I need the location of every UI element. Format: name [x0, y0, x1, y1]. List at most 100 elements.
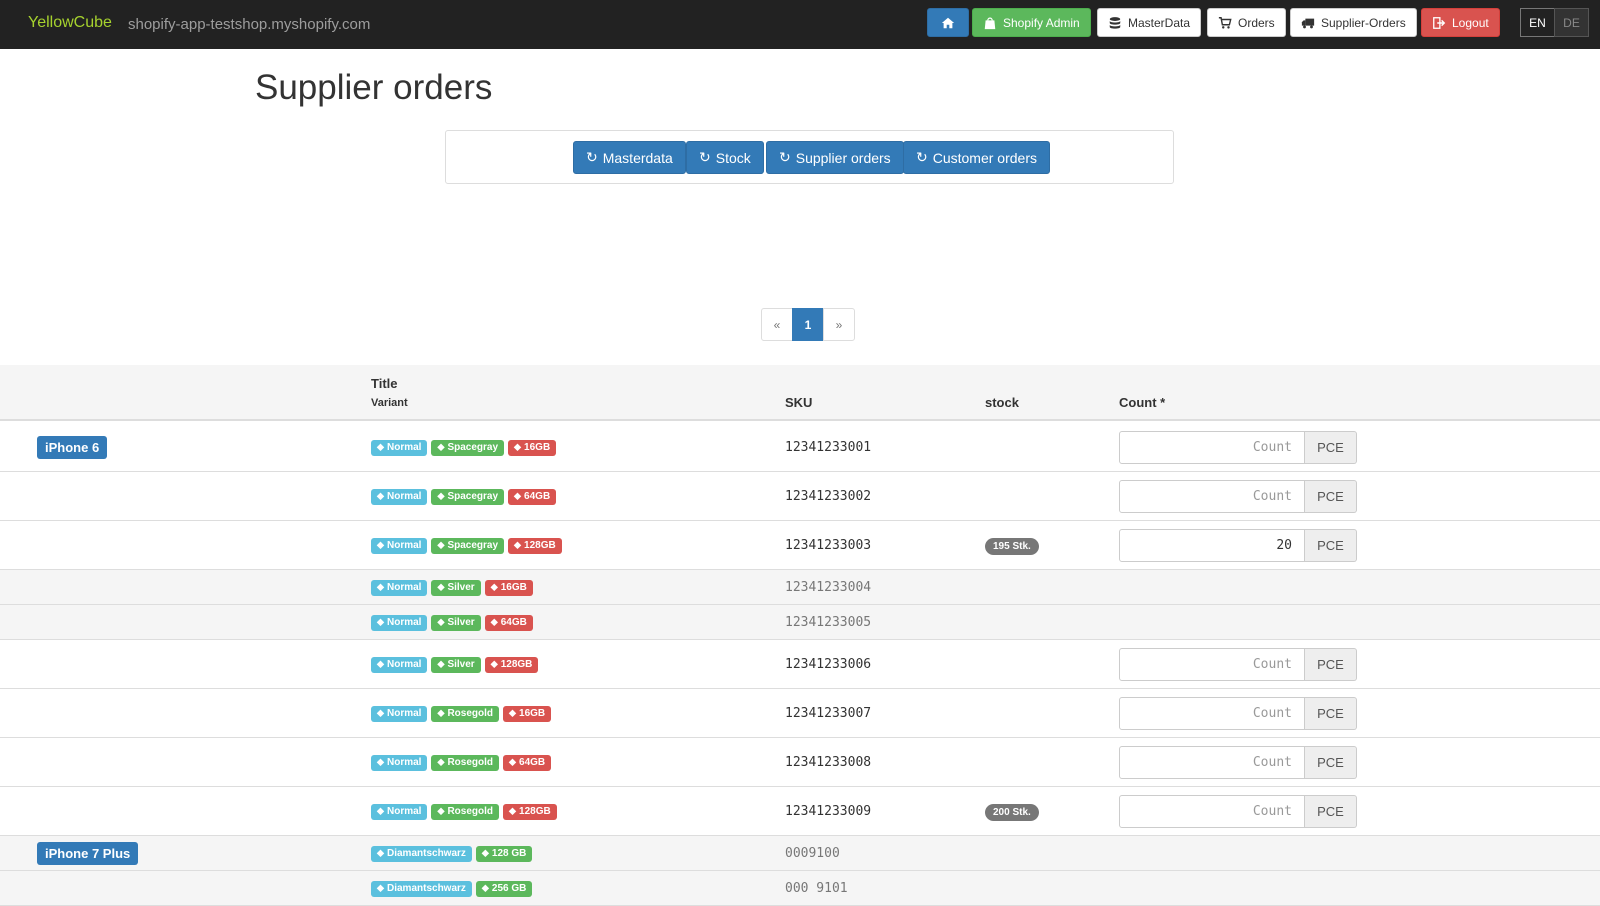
table-row: ⬥Normal⬥Rosegold⬥16GB12341233007PCE: [0, 689, 1600, 738]
table-row: iPhone 6 ⬥ Normal ⬥ Spacegray ⬥ 16GB 1234123300…: [0, 423, 1600, 472]
tag-icon: ⬥: [377, 491, 384, 502]
variant-tag-label: Normal: [387, 659, 422, 670]
variant-tag-label: 128GB: [519, 806, 551, 817]
tag-icon: ⬥: [377, 708, 384, 719]
variant-tag-label: Normal: [387, 540, 422, 551]
count-input[interactable]: [1119, 745, 1305, 779]
orders-button[interactable]: Orders: [1207, 8, 1286, 37]
count-input[interactable]: [1119, 430, 1305, 464]
pagination-prev[interactable]: «: [761, 308, 793, 341]
tag-icon: ⬥: [377, 442, 384, 453]
table-row: ⬥ Diamantschwarz ⬥ 256 GB 000 9101: [0, 871, 1600, 906]
variant-tag-label: 128GB: [524, 540, 556, 551]
variant-tag: ⬥ 128 GB: [475, 845, 533, 862]
variant-tags: ⬥ Normal ⬥ Rosegold ⬥ 64GB: [371, 754, 552, 771]
variant-tag: ⬥ Normal: [371, 614, 428, 631]
table-header: Title Variant SKU stock Count *: [0, 365, 1600, 421]
variant-tag-label: Normal: [387, 582, 422, 593]
pagination-page-1[interactable]: 1: [792, 308, 824, 341]
supplier-orders-label: Supplier-Orders: [1321, 15, 1406, 30]
count-input[interactable]: [1119, 528, 1305, 562]
shop-domain: shopify-app-testshop.myshopify.com: [128, 16, 371, 33]
tag-icon: ⬥: [509, 757, 517, 768]
unit-addon: PCE: [1305, 479, 1357, 513]
variant-tag: ⬥ Rosegold: [431, 705, 500, 722]
tag-icon: ⬥: [509, 806, 517, 817]
page-title: Supplier orders: [255, 68, 493, 107]
tag-icon: ⬥: [481, 883, 489, 894]
tag-icon: ⬥: [377, 883, 384, 894]
tag-icon: ⬥: [437, 806, 445, 817]
count-input[interactable]: [1119, 696, 1305, 730]
table-row: ⬥Normal⬥Silver⬥128GB12341233006PCE: [0, 640, 1600, 689]
variant-tag: ⬥ Silver: [431, 614, 481, 631]
tag-icon: ⬥: [377, 757, 384, 768]
count-input[interactable]: [1119, 479, 1305, 513]
home-button[interactable]: [927, 8, 969, 37]
variant-tag-label: 16GB: [524, 442, 551, 453]
variant-tag-label: Silver: [447, 617, 475, 628]
header-sku: SKU: [785, 395, 813, 410]
unit-addon: PCE: [1305, 528, 1357, 562]
variant-tag-label: Silver: [447, 659, 475, 670]
sync-masterdata-label: Masterdata: [602, 149, 673, 166]
sync-customer-orders-button[interactable]: ↻ Customer orders: [903, 141, 1050, 174]
sku-value: 12341233004: [785, 579, 872, 595]
tag-icon: ⬥: [377, 582, 384, 593]
variant-tag: ⬥ Normal: [371, 705, 428, 722]
refresh-icon: ↻: [586, 149, 598, 165]
count-input[interactable]: [1119, 794, 1305, 828]
sync-supplier-orders-button[interactable]: ↻ Supplier orders: [766, 141, 904, 174]
tag-icon: ⬥: [377, 848, 384, 859]
tag-icon: ⬥: [377, 806, 384, 817]
sku-value: 12341233008: [785, 754, 872, 770]
shopify-admin-label: Shopify Admin: [1003, 15, 1080, 30]
variant-tags: ⬥ Normal ⬥ Silver ⬥ 16GB: [371, 579, 533, 596]
sync-supplier-orders-label: Supplier orders: [795, 149, 891, 166]
brand[interactable]: YellowCube: [28, 14, 112, 32]
variant-tag: ⬥ Silver: [431, 579, 481, 596]
logout-button[interactable]: Logout: [1421, 8, 1500, 37]
variant-tag-label: 128GB: [500, 659, 533, 670]
lang-de-button[interactable]: DE: [1554, 8, 1589, 37]
variant-tags: ⬥ Diamantschwarz ⬥ 256 GB: [371, 880, 533, 897]
variant-tags: ⬥ Diamantschwarz ⬥ 128 GB: [371, 845, 533, 862]
tag-icon: ⬥: [437, 442, 445, 453]
variant-tag-label: 16GB: [519, 708, 546, 719]
variant-tags: ⬥ Normal ⬥ Spacegray ⬥ 64GB: [371, 488, 557, 505]
variant-tags: ⬥ Normal ⬥ Silver ⬥ 64GB: [371, 614, 533, 631]
tag-icon: ⬥: [437, 659, 445, 670]
sync-stock-button[interactable]: ↻ Stock: [686, 141, 764, 174]
count-input-group: PCE: [1119, 528, 1357, 562]
pagination-next[interactable]: »: [823, 308, 855, 341]
sync-masterdata-button[interactable]: ↻ Masterdata: [573, 141, 686, 174]
tag-icon: ⬥: [481, 848, 489, 859]
lang-en-button[interactable]: EN: [1520, 8, 1555, 37]
variant-tag: ⬥ 16GB: [508, 439, 557, 456]
variant-tag: ⬥ Normal: [371, 439, 428, 456]
variant-tag-label: 128 GB: [491, 848, 527, 859]
masterdata-button[interactable]: MasterData: [1097, 8, 1202, 37]
shopify-admin-button[interactable]: Shopify Admin: [972, 8, 1091, 37]
variant-tag-label: Diamantschwarz: [387, 883, 466, 894]
orders-label: Orders: [1238, 15, 1275, 30]
table-row: ⬥Normal⬥Rosegold⬥64GB 12341233008 PCE: [0, 738, 1600, 787]
count-input-group: PCE: [1119, 794, 1357, 828]
variant-tag: ⬥ Diamantschwarz: [371, 880, 472, 897]
pagination: « 1 »: [761, 308, 855, 341]
variant-tag-label: Diamantschwarz: [387, 848, 466, 859]
variant-tag: ⬥ 128GB: [484, 656, 539, 673]
supplier-orders-button[interactable]: Supplier-Orders: [1290, 8, 1417, 37]
count-input[interactable]: [1119, 647, 1305, 681]
unit-addon: PCE: [1305, 745, 1357, 779]
product-label: iPhone 7 Plus: [37, 841, 139, 865]
variant-tag: ⬥ Normal: [371, 656, 428, 673]
header-stock: stock: [985, 395, 1019, 410]
tag-icon: ⬥: [509, 708, 517, 719]
variant-tags: ⬥ Normal ⬥ Silver ⬥ 128GB: [371, 656, 539, 673]
stock-badge: 195 Stk.: [985, 537, 1039, 555]
count-input-group: PCE: [1119, 479, 1357, 513]
variant-tag: ⬥ Diamantschwarz: [371, 845, 472, 862]
tag-icon: ⬥: [377, 659, 384, 670]
variant-tags: ⬥ Normal ⬥ Rosegold ⬥ 128GB: [371, 803, 557, 820]
